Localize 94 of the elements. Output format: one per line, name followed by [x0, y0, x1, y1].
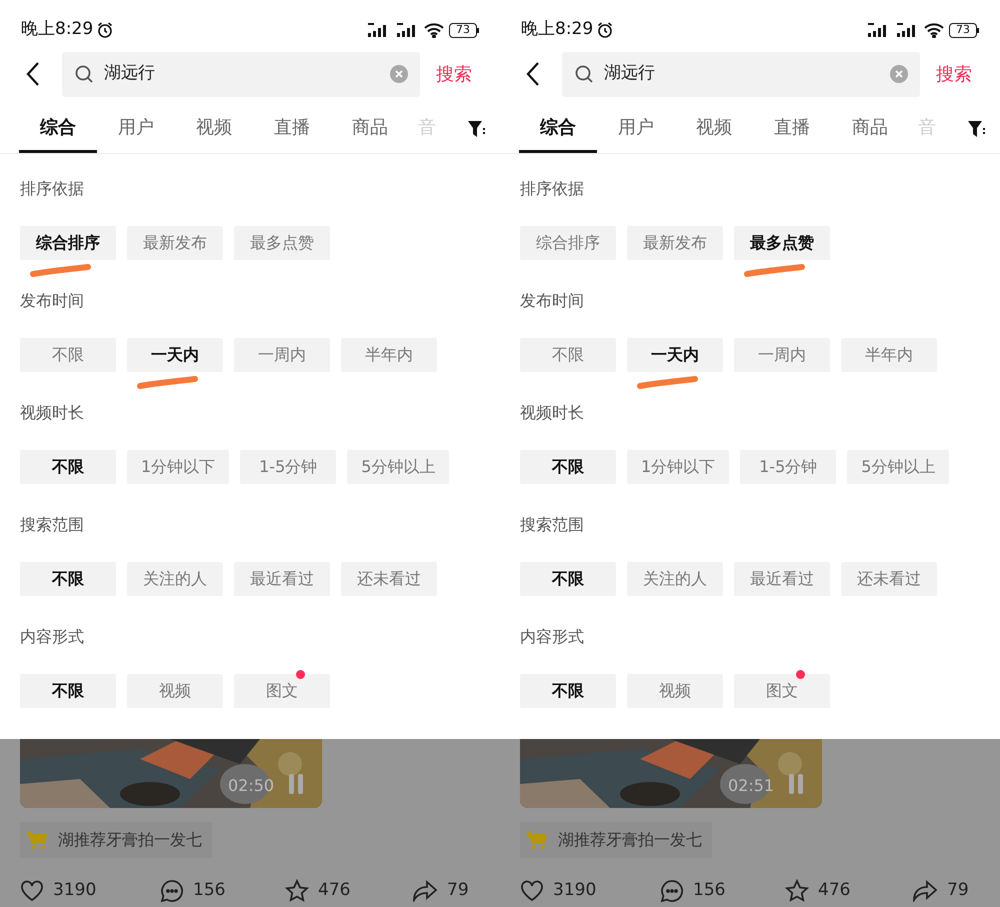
battery-indicator: 73: [449, 22, 477, 38]
video-duration: 02:51: [728, 775, 774, 797]
search-field[interactable]: 湖远行: [62, 52, 420, 96]
filter-option[interactable]: 关注的人: [627, 562, 723, 596]
filter-option[interactable]: 1-5分钟: [240, 450, 336, 484]
filter-option[interactable]: 5分钟以上: [347, 450, 450, 484]
battery-indicator: 73: [949, 22, 977, 38]
filter-option[interactable]: 视频: [627, 674, 723, 708]
search-icon: [574, 64, 594, 84]
filter-heading: 搜索范围: [520, 514, 585, 536]
share-icon[interactable]: [912, 880, 938, 902]
like-count: 3190: [553, 879, 596, 902]
cart-icon: [26, 830, 48, 850]
filter-heading: 排序依据: [20, 178, 85, 200]
filter-option[interactable]: 不限: [20, 674, 116, 708]
share-icon[interactable]: [412, 880, 438, 902]
filter-option[interactable]: 关注的人: [127, 562, 223, 596]
heart-icon[interactable]: [20, 880, 44, 902]
heart-icon[interactable]: [520, 880, 544, 902]
filter-option[interactable]: 半年内: [841, 338, 937, 372]
filter-option[interactable]: 不限: [520, 450, 616, 484]
filter-option[interactable]: 最近看过: [734, 562, 830, 596]
filter-heading: 内容形式: [520, 626, 585, 648]
status-time: 晚上8:29: [521, 18, 594, 42]
favorite-count: 476: [318, 879, 350, 902]
filter-option[interactable]: 一周内: [734, 338, 830, 372]
category-tab[interactable]: 直播: [753, 105, 831, 153]
favorite-count: 476: [818, 879, 850, 902]
filter-option[interactable]: 5分钟以上: [847, 450, 950, 484]
search-icon: [74, 64, 94, 84]
filter-option[interactable]: 1分钟以下: [127, 450, 230, 484]
filter-option[interactable]: 综合排序: [520, 226, 616, 260]
video-duration: 02:50: [228, 775, 274, 797]
product-tag[interactable]: 湖推荐牙膏拍一发七: [20, 822, 212, 858]
category-tab[interactable]: 用户: [97, 105, 175, 153]
filter-option[interactable]: 还未看过: [341, 562, 437, 596]
search-button[interactable]: 搜索: [436, 60, 472, 88]
filter-option[interactable]: 最新发布: [627, 226, 723, 260]
cart-icon: [526, 830, 548, 850]
wifi-icon: [424, 22, 444, 38]
filter-option[interactable]: 不限: [20, 338, 116, 372]
filter-heading: 视频时长: [20, 402, 85, 424]
filter-heading: 发布时间: [20, 290, 85, 312]
filter-option[interactable]: 1-5分钟: [740, 450, 836, 484]
filter-heading: 视频时长: [520, 402, 585, 424]
filter-icon[interactable]: [968, 121, 986, 137]
star-icon[interactable]: [785, 878, 809, 903]
filter-option[interactable]: 综合排序: [20, 226, 116, 260]
filter-icon[interactable]: [468, 121, 486, 137]
filter-option[interactable]: 一天内: [627, 338, 723, 372]
status-time: 晚上8:29: [21, 18, 94, 42]
filter-option[interactable]: 不限: [20, 562, 116, 596]
alarm-icon: [596, 21, 614, 39]
category-tab[interactable]: 直播: [253, 105, 331, 153]
filter-option[interactable]: 不限: [520, 338, 616, 372]
category-tab[interactable]: 商品: [831, 105, 909, 153]
filter-heading: 搜索范围: [20, 514, 85, 536]
pause-icon: [288, 774, 304, 794]
share-count: 79: [447, 879, 469, 902]
filter-option[interactable]: 最多点赞: [734, 226, 830, 260]
product-tag[interactable]: 湖推荐牙膏拍一发七: [520, 822, 712, 858]
filter-option[interactable]: 视频: [127, 674, 223, 708]
filter-heading: 排序依据: [520, 178, 585, 200]
filter-option[interactable]: 一天内: [127, 338, 223, 372]
category-tab[interactable]: 视频: [675, 105, 753, 153]
filter-option[interactable]: 还未看过: [841, 562, 937, 596]
filter-option[interactable]: 图文: [734, 674, 830, 708]
pause-icon: [788, 774, 804, 794]
filter-option[interactable]: 图文: [234, 674, 330, 708]
filter-heading: 发布时间: [520, 290, 585, 312]
filter-option[interactable]: 不限: [20, 450, 116, 484]
filter-option[interactable]: 一周内: [234, 338, 330, 372]
comment-count: 156: [693, 879, 726, 902]
search-field[interactable]: 湖远行: [562, 52, 920, 96]
filter-option[interactable]: 最新发布: [127, 226, 223, 260]
search-button[interactable]: 搜索: [936, 60, 972, 88]
star-icon[interactable]: [285, 878, 309, 903]
like-count: 3190: [53, 879, 96, 902]
filter-option[interactable]: 1分钟以下: [627, 450, 730, 484]
category-tab[interactable]: 视频: [175, 105, 253, 153]
filter-option[interactable]: 最近看过: [234, 562, 330, 596]
filter-option[interactable]: 不限: [520, 562, 616, 596]
wifi-icon: [924, 22, 944, 38]
filter-heading: 内容形式: [20, 626, 85, 648]
comment-icon[interactable]: [160, 878, 184, 903]
filter-option[interactable]: 最多点赞: [234, 226, 330, 260]
comment-icon[interactable]: [660, 878, 684, 903]
category-tab[interactable]: 商品: [331, 105, 409, 153]
filter-option[interactable]: 半年内: [341, 338, 437, 372]
category-tab[interactable]: 用户: [597, 105, 675, 153]
filter-option[interactable]: 不限: [520, 674, 616, 708]
alarm-icon: [96, 21, 114, 39]
comment-count: 156: [193, 879, 226, 902]
share-count: 79: [947, 879, 969, 902]
